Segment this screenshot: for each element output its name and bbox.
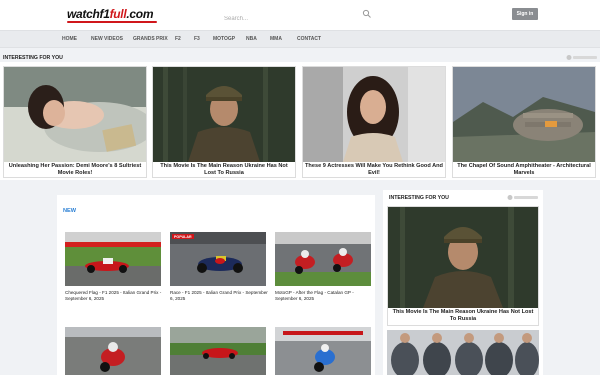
site-logo[interactable]: watchf1full.com (67, 7, 153, 21)
sidebar-card-caption: This Movie Is The Main Reason Ukraine Ha… (392, 309, 534, 322)
ify-card-image-1 (4, 67, 146, 162)
sidebar-ify-card-2[interactable] (387, 330, 539, 375)
video-caption-2[interactable]: Race - F1 2025 - Italian Grand Prix - Se… (170, 290, 270, 302)
video-thumb-1[interactable] (65, 232, 161, 286)
video-thumb-4[interactable] (65, 327, 161, 375)
video-thumb-image-2 (170, 232, 266, 286)
nav-item-new-videos[interactable]: New Videos (91, 36, 123, 42)
ify-card-caption-3: These 9 Actresses Will Make You Rethink … (305, 163, 443, 176)
logo-text-tld: .com (126, 7, 154, 21)
video-caption-3[interactable]: MotoGP - After the Flag - Catalan GP - S… (275, 290, 375, 302)
ify-heading: INTERESTING FOR YOU (3, 55, 63, 61)
search-input[interactable] (224, 12, 376, 26)
video-thumb-6[interactable] (275, 327, 371, 375)
video-thumb-5[interactable] (170, 327, 266, 375)
video-caption-1[interactable]: Chequered Flag - F1 2025 - Italian Grand… (65, 290, 165, 302)
nav-item-motogp[interactable]: MotoGP (213, 36, 235, 42)
sidebar-card-image (388, 207, 538, 308)
main-nav: HOME New Videos Grands Prix F2 F3 MotoGP… (0, 30, 600, 48)
ify-card-4[interactable]: The Chapel Of Sound Amphitheater - Archi… (452, 66, 596, 178)
ify-card-1[interactable]: Unleashing Her Passion: Demi Moore's 8 S… (3, 66, 147, 178)
nav-item-f2[interactable]: F2 (175, 36, 181, 42)
nav-item-mma[interactable]: MMA (270, 36, 282, 42)
sidebar-ify-card[interactable]: This Movie Is The Main Reason Ukraine Ha… (387, 206, 539, 326)
ify-card-caption-2: This Movie Is The Main Reason Ukraine Ha… (160, 163, 288, 176)
video-thumb-2[interactable]: POPULAR (170, 232, 266, 286)
nav-item-home[interactable]: HOME (62, 36, 77, 42)
nav-item-grands-prix[interactable]: Grands Prix (133, 36, 168, 42)
ad-network-logo-icon (566, 55, 597, 60)
search-box (224, 7, 376, 26)
sign-in-button[interactable]: Sign in (512, 8, 538, 20)
logo-text-accent: full (109, 7, 127, 21)
logo-text-main: watchf1 (67, 7, 110, 21)
ify-card-image-4 (453, 67, 595, 162)
sidebar-ad-logo-icon (507, 195, 538, 200)
sidebar-ify-heading: INTERESTING FOR YOU (389, 195, 449, 201)
video-thumb-image-4 (65, 327, 161, 375)
ify-card-image-2 (153, 67, 295, 162)
ify-card-caption-4: The Chapel Of Sound Amphitheater - Archi… (457, 163, 591, 176)
ify-card-image-3 (303, 67, 445, 162)
nav-item-nba[interactable]: NBA (246, 36, 257, 42)
ify-card-3[interactable]: These 9 Actresses Will Make You Rethink … (302, 66, 446, 178)
search-icon[interactable] (362, 9, 372, 19)
nav-item-contact[interactable]: Contact (297, 36, 321, 42)
ify-card-2[interactable]: This Movie Is The Main Reason Ukraine Ha… (152, 66, 296, 178)
popular-badge: POPULAR (172, 234, 194, 239)
video-thumb-image-5 (170, 327, 266, 375)
logo-underline (67, 21, 157, 23)
section-label-new: NEW (63, 208, 77, 214)
sidebar-card-image-2 (387, 330, 539, 375)
video-thumb-image-1 (65, 232, 161, 286)
video-thumb-image-3 (275, 232, 371, 286)
ify-card-caption-1: Unleashing Her Passion: Demi Moore's 8 S… (8, 163, 142, 176)
top-header: watchf1full.com Sign in (0, 0, 600, 30)
video-thumb-image-6 (275, 327, 371, 375)
video-thumb-3[interactable] (275, 232, 371, 286)
nav-item-f3[interactable]: F3 (194, 36, 200, 42)
